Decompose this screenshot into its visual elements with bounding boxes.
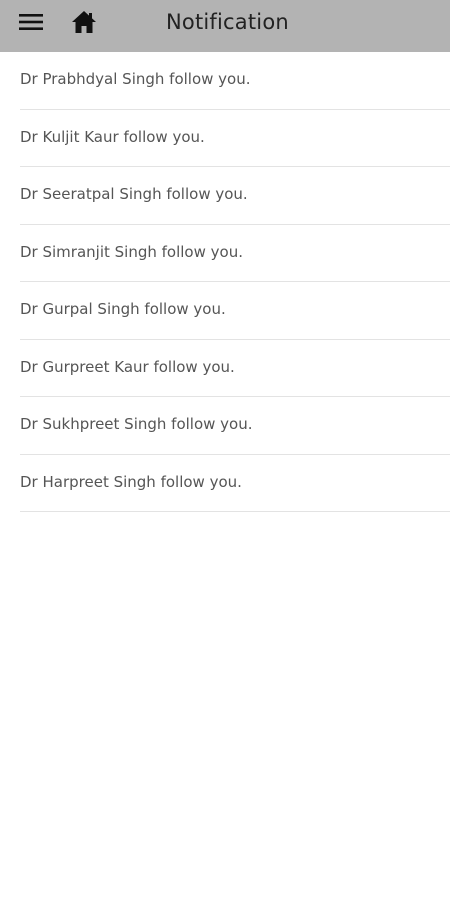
notification-item[interactable]: Dr Harpreet Singh follow you.: [20, 455, 450, 512]
home-icon: [72, 11, 96, 33]
hamburger-menu-icon: [19, 14, 43, 30]
notification-text: Dr Prabhdyal Singh follow you.: [20, 70, 251, 89]
app-bar: Notification: [0, 0, 450, 52]
notification-item[interactable]: Dr Prabhdyal Singh follow you.: [20, 52, 450, 110]
notification-text: Dr Sukhpreet Singh follow you.: [20, 415, 253, 434]
home-button[interactable]: [70, 8, 98, 36]
notification-text: Dr Kuljit Kaur follow you.: [20, 127, 205, 146]
notification-text: Dr Harpreet Singh follow you.: [20, 472, 242, 491]
notification-item[interactable]: Dr Simranjit Singh follow you.: [20, 225, 450, 282]
menu-button[interactable]: [17, 11, 45, 33]
notification-item[interactable]: Dr Sukhpreet Singh follow you.: [20, 397, 450, 455]
page-title: Notification: [166, 10, 289, 34]
notification-list: Dr Prabhdyal Singh follow you. Dr Kuljit…: [20, 52, 450, 512]
notification-item[interactable]: Dr Seeratpal Singh follow you.: [20, 167, 450, 225]
notification-item[interactable]: Dr Gurpreet Kaur follow you.: [20, 340, 450, 397]
notification-text: Dr Gurpal Singh follow you.: [20, 300, 226, 319]
notification-item[interactable]: Dr Kuljit Kaur follow you.: [20, 110, 450, 167]
notification-text: Dr Seeratpal Singh follow you.: [20, 185, 248, 204]
notification-text: Dr Gurpreet Kaur follow you.: [20, 357, 235, 376]
notification-item[interactable]: Dr Gurpal Singh follow you.: [20, 282, 450, 340]
notification-text: Dr Simranjit Singh follow you.: [20, 242, 243, 261]
